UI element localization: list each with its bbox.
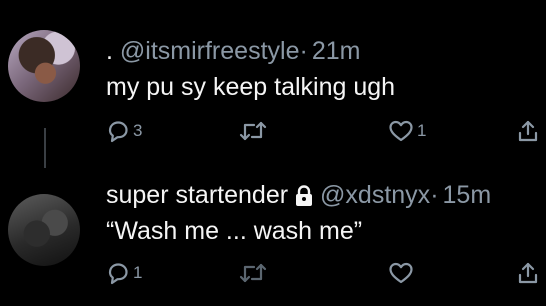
thread-connector-line bbox=[44, 128, 46, 168]
share-icon bbox=[516, 261, 540, 285]
heart-icon bbox=[388, 119, 414, 143]
tweet-text: my pu sy keep talking ugh bbox=[106, 73, 396, 101]
tweet-timestamp[interactable]: 15m bbox=[443, 181, 492, 209]
retweet-button[interactable] bbox=[238, 118, 271, 144]
separator-dot: · bbox=[299, 37, 308, 65]
tweet-header: . @itsmirfreestyle· 21m bbox=[106, 36, 360, 66]
share-button[interactable] bbox=[516, 118, 540, 144]
user-handle[interactable]: @itsmirfreestyle bbox=[120, 37, 300, 65]
heart-icon bbox=[388, 261, 414, 285]
share-button[interactable] bbox=[516, 260, 540, 286]
avatar[interactable] bbox=[8, 194, 80, 266]
reply-icon bbox=[106, 261, 130, 285]
reply-count: 3 bbox=[133, 121, 143, 140]
tweet-text: “Wash me ... wash me” bbox=[106, 217, 363, 245]
retweet-icon bbox=[238, 261, 268, 285]
avatar[interactable] bbox=[8, 30, 80, 102]
lock-icon bbox=[294, 184, 314, 214]
tweet-actions: 3 1 bbox=[106, 118, 546, 144]
tweet-actions: 1 bbox=[106, 260, 546, 286]
user-handle[interactable]: @xdstnyx bbox=[320, 181, 430, 209]
share-icon bbox=[516, 119, 540, 143]
retweet-button[interactable] bbox=[238, 260, 271, 286]
like-button[interactable] bbox=[388, 260, 417, 286]
tweet-header: super startender @xdstnyx· 15m bbox=[106, 180, 491, 214]
like-count: 1 bbox=[417, 121, 427, 140]
retweet-icon bbox=[238, 119, 268, 143]
reply-button[interactable]: 3 bbox=[106, 118, 142, 144]
separator-dot: · bbox=[430, 181, 439, 209]
reply-button[interactable]: 1 bbox=[106, 260, 142, 286]
like-button[interactable]: 1 bbox=[388, 118, 426, 144]
reply-count: 1 bbox=[133, 263, 143, 282]
handle-prefix: . bbox=[106, 37, 113, 65]
tweet-timestamp[interactable]: 21m bbox=[312, 37, 361, 65]
reply-icon bbox=[106, 119, 130, 143]
display-name[interactable]: super startender bbox=[106, 181, 288, 209]
